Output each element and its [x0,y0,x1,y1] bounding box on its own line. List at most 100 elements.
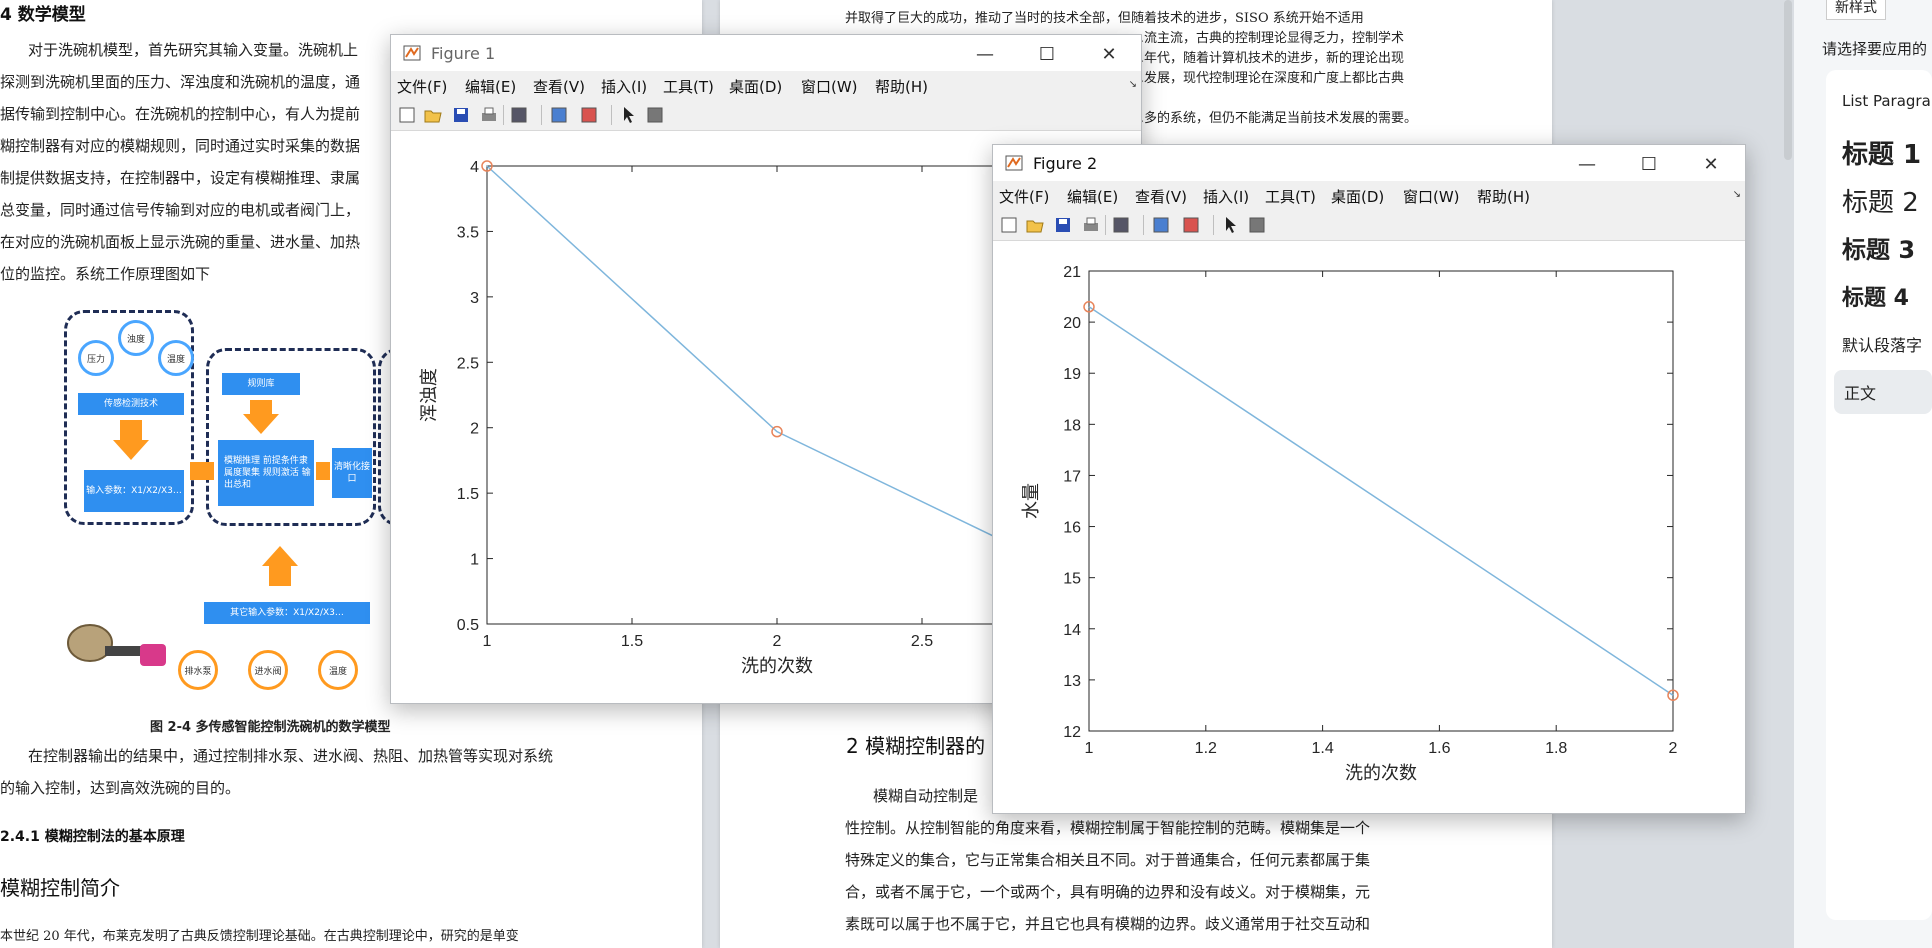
dock-arrow-icon[interactable]: ↘ [1733,189,1741,200]
maximize-button[interactable]: ☐ [1629,151,1669,177]
pointer-icon[interactable] [1221,215,1241,235]
menu-file[interactable]: 文件(F) [999,186,1049,207]
print-preview-icon[interactable] [1111,215,1131,235]
link-plot-icon[interactable] [1151,215,1171,235]
x-axis-label: 洗的次数 [1345,763,1417,784]
x-tick-label: 1 [1085,740,1094,757]
turbidity-sensor: 浊度 [118,320,154,356]
y-tick-label: 21 [1063,264,1081,281]
x-tick-label: 1.8 [1545,740,1567,757]
style-body-label: 正文 [1844,384,1877,403]
property-editor-icon[interactable] [645,105,665,125]
new-style-button[interactable]: 新样式 [1826,0,1886,20]
pressure-label: 压力 [86,354,105,365]
right-arrow-2 [316,462,330,480]
temperature-label: 温度 [166,354,185,365]
other-inputs-box: 其它输入参数：X1/X2/X3… [204,602,370,624]
text-line: 模糊自动控制是 [873,787,979,805]
menu-view[interactable]: 查看(V) [533,76,585,97]
subsection-heading: 2.4.1 模糊控制法的基本原理 [0,829,185,845]
menu-edit[interactable]: 编辑(E) [465,76,516,97]
style-heading-4[interactable]: 标题 4 [1842,280,1909,312]
panel-scrollbar[interactable] [1784,0,1792,160]
print-icon[interactable] [1081,215,1101,235]
figure2-titlebar[interactable]: Figure 2 — ☐ ✕ [993,145,1745,181]
figure2-window[interactable]: Figure 2 — ☐ ✕ 文件(F) 编辑(E) 查看(V) 插入(I) 工… [992,144,1746,814]
text-line: 性控制。从控制智能的角度来看，模糊控制属于智能控制的范畴。模糊集是一个 [845,819,1371,837]
dock-arrow-icon[interactable]: ↘ [1129,79,1137,90]
y-tick-label: 2.5 [457,355,479,372]
y-tick-label: 17 [1063,468,1081,485]
save-icon[interactable] [451,105,471,125]
figure1-title: Figure 1 [431,44,496,63]
section-heading: 4 数学模型 [0,5,86,25]
style-heading-3[interactable]: 标题 3 [1842,230,1915,265]
menu-file[interactable]: 文件(F) [397,76,447,97]
y-tick-label: 3.5 [457,224,479,241]
x-tick-label: 1.2 [1195,740,1217,757]
property-editor-icon[interactable] [1247,215,1267,235]
menu-edit[interactable]: 编辑(E) [1067,186,1118,207]
x-tick-label: 2.5 [911,633,933,650]
menu-help[interactable]: 帮助(H) [1477,186,1530,207]
minimize-button[interactable]: — [1567,151,1607,177]
save-icon[interactable] [1053,215,1073,235]
figure1-titlebar[interactable]: Figure 1 — ☐ ✕ [391,35,1141,71]
menu-view[interactable]: 查看(V) [1135,186,1187,207]
style-heading-2[interactable]: 标题 2 [1842,182,1919,219]
y-tick-label: 4 [470,159,479,176]
new-figure-icon[interactable] [397,105,417,125]
menu-insert[interactable]: 插入(I) [1203,186,1249,207]
rule-arrow-head [243,414,279,434]
maximize-button[interactable]: ☐ [1027,41,1067,67]
text-line: 合，或者不属于它，一个或两个，具有明确的边界和没有歧义。对于模糊集，元 [845,883,1371,901]
menu-tools[interactable]: 工具(T) [1265,186,1316,207]
toolbar-separator [1105,215,1106,235]
y-tick-label: 3 [470,290,479,307]
link-plot-icon[interactable] [549,105,569,125]
bottom-line: 本世纪 20 年代，布莱克发明了古典反馈控制理论基础。在古典控制理论中，研究的是… [0,929,519,944]
new-figure-icon[interactable] [999,215,1019,235]
menu-insert[interactable]: 插入(I) [601,76,647,97]
menu-window[interactable]: 窗口(W) [801,76,858,97]
down-arrow-head [113,440,149,460]
menu-help[interactable]: 帮助(H) [875,76,928,97]
menu-tools[interactable]: 工具(T) [663,76,714,97]
print-preview-icon[interactable] [509,105,529,125]
menu-desktop[interactable]: 桌面(D) [1331,186,1384,207]
style-list-paragraph[interactable]: List Paragrap [1842,92,1932,110]
text-line: 据传输到控制中心。在洗碗机的控制中心，有人为提前 [0,105,361,123]
open-file-icon[interactable] [1025,215,1045,235]
print-icon[interactable] [479,105,499,125]
text-line: 在控制器输出的结果中，通过控制排水泵、进水阀、热阻、加热管等实现对系统 [28,747,554,765]
insert-legend-icon[interactable] [1181,215,1201,235]
y-tick-label: 20 [1063,315,1081,332]
plot-axes-box [486,165,1068,625]
panel-prompt: 请选择要应用的 [1822,40,1928,58]
menu-window[interactable]: 窗口(W) [1403,186,1460,207]
subsection-title: 模糊控制简介 [0,876,120,900]
text-line: 位的监控。系统工作原理图如下 [0,265,211,283]
y-tick-label: 1.5 [457,486,479,503]
style-heading-1[interactable]: 标题 1 [1842,134,1921,171]
insert-legend-icon[interactable] [579,105,599,125]
temperature-node-label: 温度 [328,666,347,677]
pointer-icon[interactable] [619,105,639,125]
y-tick-label: 2 [470,421,479,438]
x-tick-label: 2 [773,633,782,650]
toolbar-separator [611,105,612,125]
y-tick-label: 1 [470,552,479,569]
menu-desktop[interactable]: 桌面(D) [729,76,782,97]
x-tick-label: 2 [1669,740,1678,757]
close-button[interactable]: ✕ [1691,151,1731,177]
style-default-font[interactable]: 默认段落字 [1842,332,1922,356]
system-diagram: 压力 浊度 温度 传感检测技术 输入参数：X1/X2/X3… 规则库 模糊推理 … [60,308,398,690]
turbidity-label: 浊度 [126,334,145,345]
close-button[interactable]: ✕ [1089,41,1129,67]
right-section-heading: 2 模糊控制器的 [846,734,986,758]
x-tick-label: 1.4 [1311,740,1333,757]
minimize-button[interactable]: — [965,41,1005,67]
text-line: 的输入控制，达到高效洗碗的目的。 [0,779,241,797]
open-file-icon[interactable] [423,105,443,125]
y-tick-label: 15 [1063,571,1081,588]
